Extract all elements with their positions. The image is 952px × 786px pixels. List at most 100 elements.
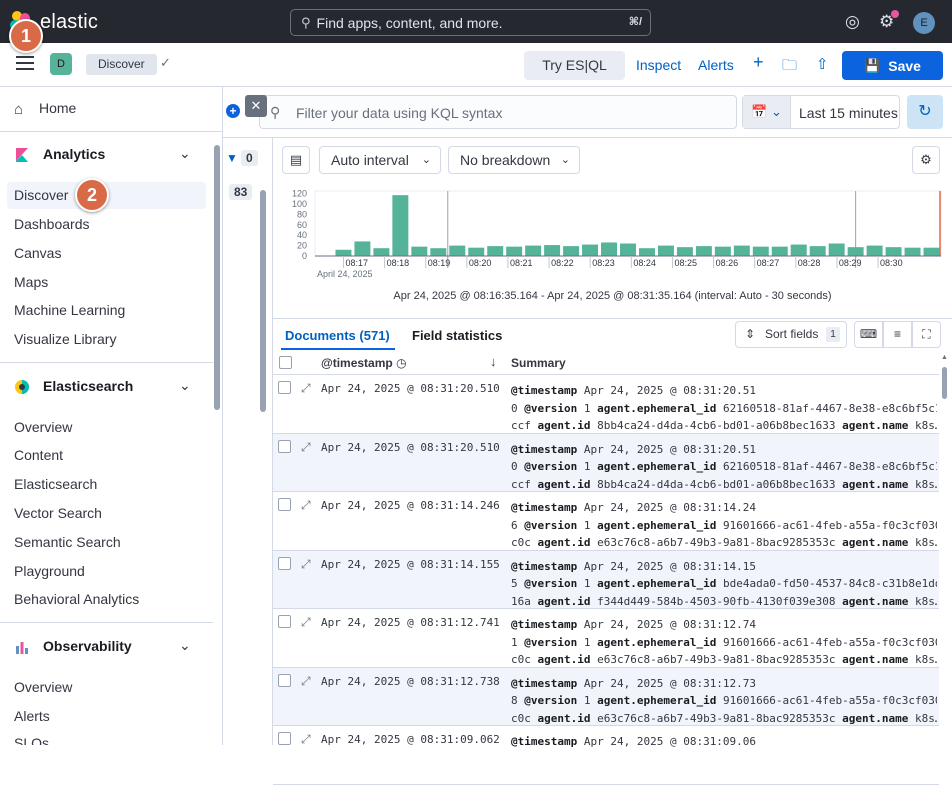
- breakdown-select[interactable]: No breakdown ⌄: [448, 146, 580, 174]
- nav-section-header-observability[interactable]: Observability ⌄: [0, 633, 222, 663]
- row-summary[interactable]: @timestamp Apr 24, 2025 @ 08:31:09.06: [511, 733, 937, 786]
- date-picker[interactable]: 📅 ⌄ Last 15 minutes: [742, 95, 900, 129]
- nav-item-maps[interactable]: Maps: [14, 274, 48, 290]
- share-icon[interactable]: ⇧: [816, 55, 829, 73]
- nav-item-elasticsearch[interactable]: Elasticsearch: [14, 476, 97, 492]
- select-all-checkbox[interactable]: [279, 356, 292, 369]
- table-row[interactable]: ⤢ Apr 24, 2025 @ 08:31:14.246 @timestamp A…: [273, 492, 939, 551]
- interval-select[interactable]: Auto interval ⌄: [319, 146, 441, 174]
- expand-icon[interactable]: ⤢: [301, 440, 311, 455]
- expand-icon[interactable]: ⤢: [301, 674, 311, 689]
- table-row[interactable]: ⤢ Apr 24, 2025 @ 08:31:20.510 @timestamp A…: [273, 375, 939, 434]
- row-summary[interactable]: @timestamp Apr 24, 2025 @ 08:31:20.51 0 @…: [511, 382, 937, 435]
- add-filter-icon[interactable]: +: [226, 104, 240, 118]
- summary-line: c0c agent.id e63c76c8-a6b7-49b3-9a81-8ba…: [511, 710, 937, 728]
- table-row[interactable]: ⤢ Apr 24, 2025 @ 08:31:20.510 @timestamp A…: [273, 433, 939, 494]
- display-settings-icon[interactable]: ≡: [883, 321, 912, 348]
- try-esql-button[interactable]: Try ES|QL: [524, 51, 625, 80]
- table-row[interactable]: ⤢ Apr 24, 2025 @ 08:31:12.741 @timestamp A…: [273, 609, 939, 668]
- toggle-chart-icon[interactable]: ▤: [282, 146, 310, 174]
- table-row[interactable]: ⤢ Apr 24, 2025 @ 08:31:09.062 @timestamp A…: [273, 726, 939, 785]
- nav-item-alerts[interactable]: Alerts: [14, 708, 50, 724]
- keyboard-shortcuts-icon[interactable]: ⌨: [854, 321, 883, 348]
- inspect-link[interactable]: Inspect: [636, 57, 681, 73]
- row-summary[interactable]: @timestamp Apr 24, 2025 @ 08:31:14.24 6 @…: [511, 499, 937, 552]
- filter-count-badge: 0: [241, 150, 258, 166]
- histogram-chart[interactable]: 120100806040200 08:17 08:18 08:19 08:20 08:2…: [285, 183, 945, 279]
- row-checkbox[interactable]: [278, 615, 291, 628]
- tab-documents[interactable]: Documents (571): [285, 328, 390, 343]
- nav-home[interactable]: ⌂ Home: [0, 87, 222, 132]
- row-checkbox[interactable]: [278, 732, 291, 745]
- nav-item-overview[interactable]: Overview: [14, 419, 72, 435]
- open-folder-icon[interactable]: 🗀: [782, 55, 797, 80]
- kql-query-input[interactable]: ⚲ Filter your data using KQL syntax: [259, 95, 737, 129]
- check-icon: ✓: [160, 55, 171, 70]
- nav-item-behavioral-analytics[interactable]: Behavioral Analytics: [14, 591, 139, 607]
- user-avatar[interactable]: E: [913, 12, 935, 34]
- row-summary[interactable]: @timestamp Apr 24, 2025 @ 08:31:12.74 1 @…: [511, 616, 937, 669]
- save-icon: 💾: [864, 57, 881, 73]
- scroll-up-icon[interactable]: ▲: [941, 354, 948, 361]
- y-tick-label: 60: [297, 220, 307, 230]
- space-avatar[interactable]: D: [50, 53, 72, 75]
- sort-desc-icon[interactable]: ↓: [490, 354, 497, 369]
- field-value-agent-name: k8s…: [915, 594, 937, 608]
- row-summary[interactable]: @timestamp Apr 24, 2025 @ 08:31:12.73 8 @…: [511, 675, 937, 728]
- expand-icon[interactable]: ⤢: [301, 498, 311, 513]
- table-row[interactable]: ⤢ Apr 24, 2025 @ 08:31:14.155 @timestamp A…: [273, 550, 939, 611]
- close-nav-icon[interactable]: ✕: [245, 95, 267, 117]
- refresh-icon[interactable]: ↻: [907, 95, 943, 129]
- row-checkbox[interactable]: [278, 556, 291, 570]
- field-key-timestamp: @timestamp: [511, 618, 578, 631]
- sort-icon: ⇕: [745, 327, 756, 341]
- global-search-input[interactable]: ⚲ Find apps, content, and more. ⌘/: [290, 9, 651, 36]
- expand-icon[interactable]: ⤢: [301, 615, 311, 630]
- nav-section-title: Elasticsearch: [43, 378, 134, 394]
- nav-section-header-analytics[interactable]: Analytics ⌄: [0, 141, 222, 171]
- nav-item-canvas[interactable]: Canvas: [14, 245, 61, 261]
- nav-item-dashboards[interactable]: Dashboards: [14, 216, 90, 232]
- nav-item-semantic-search[interactable]: Semantic Search: [14, 534, 121, 550]
- row-checkbox[interactable]: [278, 381, 291, 394]
- bar: [904, 247, 921, 256]
- chart-options-icon[interactable]: ⚙: [912, 146, 940, 174]
- nav-item-content[interactable]: Content: [14, 447, 63, 463]
- nav-item-vector-search[interactable]: Vector Search: [14, 505, 102, 521]
- nav-item-machine-learning[interactable]: Machine Learning: [14, 302, 125, 318]
- help-icon[interactable]: ◎: [845, 12, 860, 32]
- bar: [601, 242, 618, 256]
- expand-icon[interactable]: ⤢: [301, 381, 311, 396]
- logo-text: elastic: [40, 10, 99, 33]
- sidebar-scrollbar[interactable]: [260, 190, 266, 412]
- row-checkbox[interactable]: [278, 673, 291, 687]
- column-header-summary[interactable]: Summary: [511, 356, 566, 370]
- sort-fields-button[interactable]: ⇕ Sort fields 1: [735, 321, 847, 348]
- row-summary[interactable]: @timestamp Apr 24, 2025 @ 08:31:20.51 0 @…: [511, 441, 937, 494]
- nav-section-header-elasticsearch[interactable]: Elasticsearch ⌄: [0, 373, 222, 403]
- nav-item-playground[interactable]: Playground: [14, 563, 85, 579]
- nav-item-slos[interactable]: SLOs: [14, 735, 49, 745]
- expand-icon[interactable]: ⤢: [301, 557, 311, 572]
- table-row[interactable]: ⤢ Apr 24, 2025 @ 08:31:12.738 @timestamp A…: [273, 667, 939, 728]
- alerts-link[interactable]: Alerts: [698, 57, 734, 73]
- field-key-version: @version: [524, 518, 578, 532]
- save-button[interactable]: 💾 Save: [842, 51, 943, 80]
- filter-icon[interactable]: ▼: [221, 150, 243, 166]
- nav-scrollbar[interactable]: [214, 145, 220, 410]
- row-checkbox[interactable]: [278, 439, 291, 453]
- sort-count-badge: 1: [826, 327, 840, 342]
- new-search-icon[interactable]: +: [753, 52, 764, 73]
- row-summary[interactable]: @timestamp Apr 24, 2025 @ 08:31:14.15 5 @…: [511, 558, 937, 611]
- breadcrumb-discover[interactable]: Discover: [86, 54, 157, 75]
- nav-item-visualize-library[interactable]: Visualize Library: [14, 331, 116, 347]
- calendar-icon[interactable]: 📅 ⌄: [743, 96, 791, 128]
- field-key-agent-id: agent.id: [537, 477, 591, 491]
- row-checkbox[interactable]: [278, 498, 291, 511]
- fullscreen-icon[interactable]: ⛶: [912, 321, 941, 348]
- column-header-timestamp[interactable]: @timestamp ◷: [321, 356, 407, 370]
- grid-scrollbar[interactable]: [942, 367, 947, 399]
- menu-toggle-icon[interactable]: [16, 56, 34, 74]
- nav-item-obs-overview[interactable]: Overview: [14, 679, 72, 695]
- tab-field-statistics[interactable]: Field statistics: [412, 328, 502, 343]
